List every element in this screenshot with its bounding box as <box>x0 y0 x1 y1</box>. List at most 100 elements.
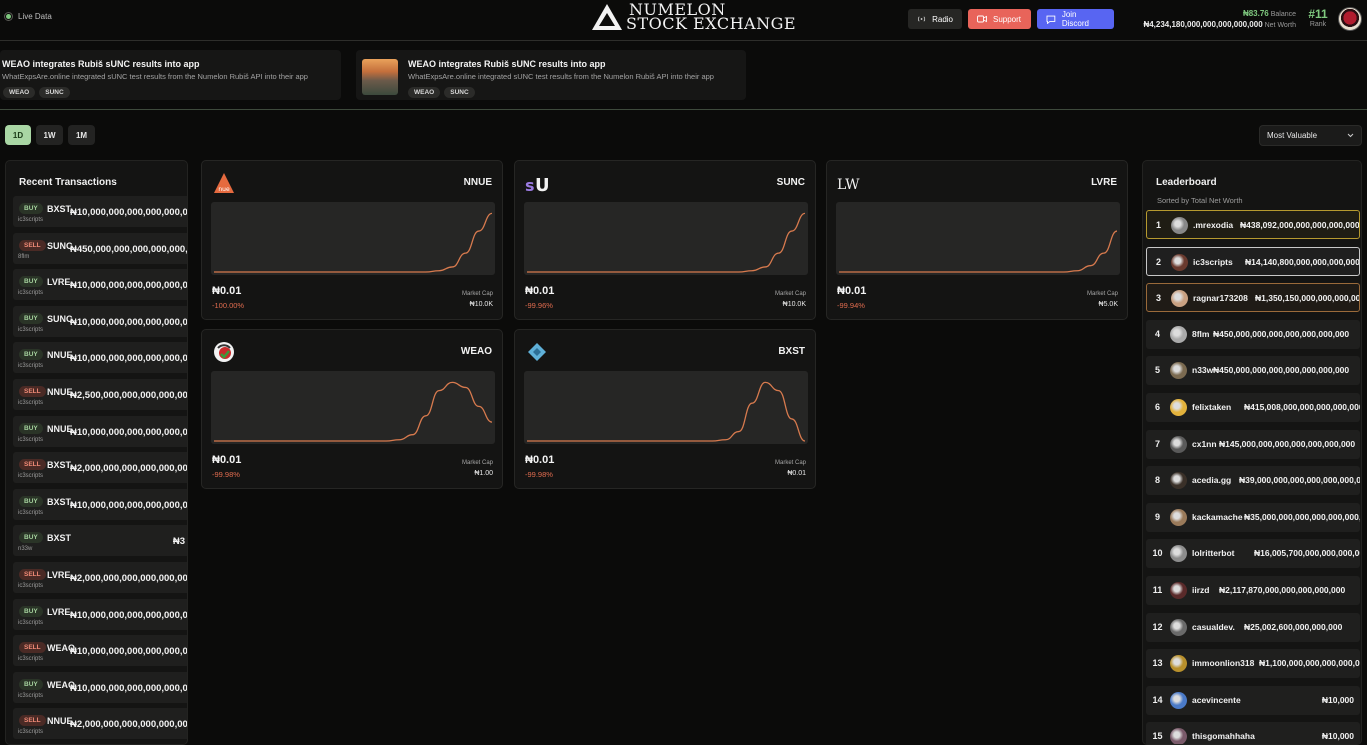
leaderboard-rank: 8 <box>1154 475 1160 486</box>
chevron-down-icon <box>1347 133 1354 138</box>
transaction-amount: ₦2,500,000,000,000,000,000 <box>70 390 188 401</box>
transaction-row[interactable]: BUY BXST ic3scripts ₦10,000,000,000,000,000… <box>13 196 187 227</box>
transaction-user: ic3scripts <box>18 436 44 443</box>
news-card[interactable]: WEAO integrates Rubiš sUNC results into … <box>0 50 341 100</box>
leaderboard-row[interactable]: 13 immoonlion318 ₦1,100,000,000,000,000,00… <box>1146 649 1360 679</box>
stock-card-lvre[interactable]: LW LVRE ₦0.01 -99.94% Market Cap ₦5.0K <box>826 160 1128 320</box>
leaderboard-rank: 14 <box>1152 694 1163 705</box>
support-button[interactable]: Support <box>968 9 1031 29</box>
price-chart <box>836 202 1120 275</box>
leaderboard-row[interactable]: 1 .mrexodia ₦438,092,000,000,000,000,000,0… <box>1146 210 1360 239</box>
leaderboard-row[interactable]: 15 thisgomahhaha ₦10,000 <box>1146 722 1360 744</box>
transaction-row[interactable]: BUY SUNC ic3scripts ₦10,000,000,000,000,000… <box>13 305 187 337</box>
leaderboard-row[interactable]: 4 8flm ₦450,000,000,000,000,000,000,000 <box>1146 319 1360 349</box>
leaderboard-rank: 15 <box>1152 731 1163 742</box>
networth-value: ₦4,234,180,000,000,000,000,000 <box>1143 20 1263 29</box>
balance-value: ₦83.76 <box>1242 9 1269 18</box>
leaderboard-row[interactable]: 9 kackamache₦35,000,000,000,000,000,000,0… <box>1146 502 1360 532</box>
bxst-logo-icon <box>528 343 546 361</box>
transaction-row[interactable]: SELL BXST ic3scripts ₦2,000,000,000,000,000… <box>13 452 188 484</box>
leaderboard-row[interactable]: 8 acedia.gg ₦39,000,000,000,000,000,000,00… <box>1146 466 1360 496</box>
transaction-row[interactable]: BUY NNUE ic3scripts ₦10,000,000,000,000,000… <box>13 415 187 447</box>
live-dot-icon <box>4 12 13 21</box>
transaction-row[interactable]: BUY LVRE ic3scripts ₦10,000,000,000,000,000… <box>13 598 187 630</box>
player-networth: ₦25,002,600,000,000,000 <box>1244 621 1343 632</box>
transaction-symbol: LVRE <box>47 570 71 580</box>
leaderboard-row[interactable]: 14 acevincente ₦10,000 <box>1146 685 1360 715</box>
player-avatar <box>1170 728 1187 744</box>
transaction-symbol: LVRE <box>47 606 71 617</box>
player-name: ragnar173208 <box>1193 293 1248 304</box>
svg-text:nue: nue <box>218 186 230 193</box>
market-cap-label: Market Cap <box>1086 291 1118 297</box>
news-thumbnail <box>362 59 398 95</box>
transaction-user: ic3scripts <box>18 729 44 736</box>
svg-text:U: U <box>535 175 549 195</box>
news-bar: WEAO integrates Rubiš sUNC results into … <box>0 42 1367 110</box>
leaderboard-row[interactable]: 5 n33w ₦450,000,000,000,000,000,000,000 <box>1146 356 1360 386</box>
player-avatar <box>1170 508 1187 526</box>
transaction-row[interactable]: SELL LVRE ic3scripts ₦2,000,000,000,000,000… <box>13 562 187 593</box>
timeframe-1m-button[interactable]: 1M <box>68 125 95 145</box>
transaction-user: ic3scripts <box>18 692 44 699</box>
stock-change: -99.98% <box>525 470 553 479</box>
transaction-row[interactable]: BUY LVRE ic3scripts ₦10,000,000,000,000,000… <box>13 269 187 301</box>
stock-symbol: LVRE <box>1091 177 1117 188</box>
stock-symbol: SUNC <box>776 177 805 188</box>
transaction-row[interactable]: BUY BXST ic3scripts ₦10,000,000,000,000,000… <box>13 488 187 520</box>
player-networth: ₦438,092,000,000,000,000,000,000 <box>1240 220 1360 230</box>
transaction-row[interactable]: SELLSUNC 8flm ₦450,000,000,000,000,000,000 <box>13 232 187 264</box>
transaction-amount: ₦2,000,000,000,000,000,000 <box>70 463 188 475</box>
sort-selected-label: Most Valuable <box>1267 131 1318 140</box>
transaction-row[interactable]: BUY WEAO ic3scripts ₦10,000,000,000,000,000… <box>13 671 187 703</box>
transaction-row[interactable]: SELL NNUE ic3scripts ₦2,500,000,000,000,000… <box>13 379 188 410</box>
transaction-symbol: SUNC <box>47 240 73 251</box>
nnue-logo-icon: nue <box>214 173 234 193</box>
stock-card-nnue[interactable]: nue NNUE ₦0.01 -100.00% Market Cap ₦10.0… <box>201 160 503 320</box>
leaderboard-row[interactable]: 7 cx1nn ₦145,000,000,000,000,000,000,000 <box>1146 429 1360 459</box>
transaction-type-badge: BUY <box>19 532 43 544</box>
rank-value: #11 <box>1308 7 1328 21</box>
leaderboard-row[interactable]: 11 iirzd ₦2,117,870,000,000,000,000,000 <box>1146 576 1360 605</box>
transaction-row[interactable]: SELL WEAO ic3scripts ₦10,000,000,000,000,00… <box>13 635 187 667</box>
transaction-user: ic3scripts <box>18 619 44 626</box>
sort-select[interactable]: Most Valuable <box>1259 125 1362 146</box>
leaderboard-rank: 7 <box>1154 438 1160 449</box>
player-name: ic3scripts <box>1193 256 1233 267</box>
leaderboard-row[interactable]: 3 ragnar173208 ₦1,350,150,000,000,000,000,… <box>1146 283 1360 313</box>
news-card[interactable]: WEAO integrates Rubiš sUNC results into … <box>356 50 746 100</box>
player-networth: ₦2,117,870,000,000,000,000,000 <box>1219 585 1346 595</box>
leaderboard-row[interactable]: 2 ic3scripts ₦14,140,800,000,000,000,000,0… <box>1146 246 1360 276</box>
user-avatar[interactable] <box>1338 7 1362 31</box>
transaction-row[interactable]: SELL NNUE ic3scripts ₦2,000,000,000,000,000… <box>13 708 187 740</box>
transaction-type-badge: BUY <box>19 495 43 507</box>
leaderboard-row[interactable]: 12 casualdev. ₦25,002,600,000,000,000 <box>1146 612 1360 642</box>
transaction-row[interactable]: BUY NNUE ic3scripts ₦10,000,000,000,000,000… <box>13 342 187 374</box>
leaderboard-row[interactable]: 10 lolritterbot ₦16,005,700,000,000,000,00… <box>1146 539 1360 569</box>
player-name: iirzd <box>1192 585 1210 595</box>
price-line <box>527 212 806 273</box>
market-cap-value: ₦5.0K <box>1098 301 1118 308</box>
transaction-type-badge: SELL <box>19 642 46 654</box>
transaction-user: ic3scripts <box>18 326 44 333</box>
player-avatar <box>1170 655 1187 673</box>
transaction-row[interactable]: BUY BXST n33w ₦3 <box>13 525 187 557</box>
transaction-symbol: BXST <box>47 460 72 471</box>
radio-button[interactable]: Radio <box>908 9 962 29</box>
stock-card-weao[interactable]: WEAO ₦0.01 -99.98% Market Cap ₦1.00 <box>201 329 503 489</box>
player-name: kackamache <box>1192 511 1243 522</box>
player-networth: ₦1,350,150,000,000,000,000,000 <box>1255 293 1360 304</box>
transaction-type-badge: SELL <box>19 569 46 580</box>
price-chart <box>211 202 495 275</box>
site-logo[interactable]: NUMELON STOCK EXCHANGE <box>592 2 796 32</box>
player-name: acevincente <box>1192 694 1241 705</box>
stock-price: ₦0.01 <box>212 285 242 297</box>
transaction-user: ic3scripts <box>18 363 44 370</box>
transaction-symbol: NNUE <box>47 716 73 727</box>
timeframe-1d-button[interactable]: 1D <box>5 125 31 145</box>
leaderboard-row[interactable]: 6 felixtaken ₦415,008,000,000,000,000,000,… <box>1146 393 1360 422</box>
stock-card-sunc[interactable]: sU SUNC ₦0.01 -99.96% Market Cap ₦10.0K <box>514 160 816 320</box>
join-discord-button[interactable]: Join Discord <box>1037 9 1114 29</box>
stock-card-bxst[interactable]: BXST ₦0.01 -99.98% Market Cap ₦0.01 <box>514 329 816 489</box>
timeframe-1w-button[interactable]: 1W <box>36 125 63 145</box>
